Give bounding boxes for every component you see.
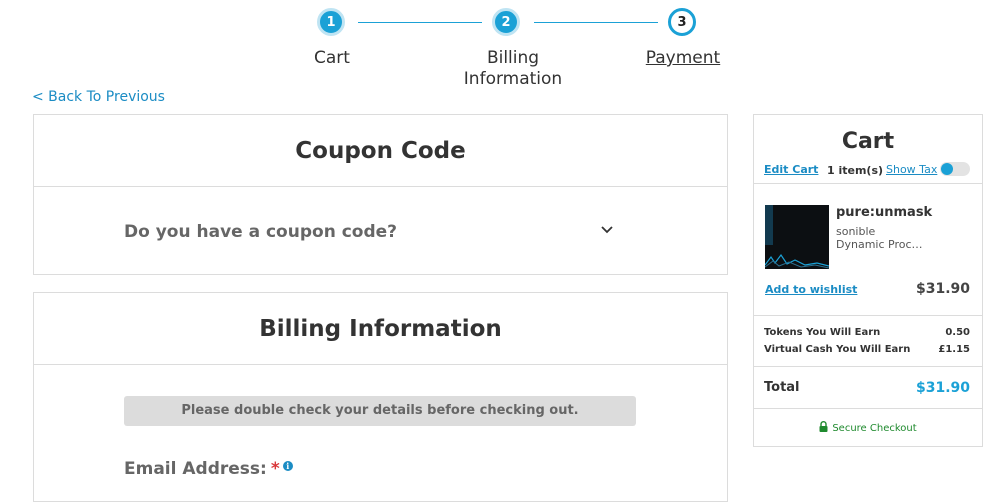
add-to-wishlist-link[interactable]: Add to wishlist (765, 283, 857, 296)
cart-item-count: 1 item(s) (827, 164, 884, 177)
step-connector (358, 22, 482, 23)
divider (754, 183, 982, 184)
back-to-previous-link[interactable]: < Back To Previous (32, 89, 165, 105)
billing-title: Billing Information (259, 316, 502, 342)
tokens-label: Tokens You Will Earn (764, 327, 881, 338)
product-brand: sonible (836, 225, 876, 238)
cart-title: Cart (841, 129, 895, 154)
lock-icon (819, 421, 828, 432)
email-label-text: Email Address: (124, 459, 267, 479)
step-2-label-line2: Information (463, 69, 563, 89)
divider (754, 315, 982, 316)
step-1-circle[interactable]: 1 (317, 8, 345, 36)
chevron-down-icon[interactable] (600, 223, 614, 237)
tokens-earn-row: Tokens You Will Earn 0.50 (764, 327, 970, 338)
show-tax-toggle[interactable] (940, 162, 970, 176)
total-value: $31.90 (915, 380, 970, 396)
vcash-value: £1.15 (938, 344, 970, 355)
show-tax-link[interactable]: Show Tax (886, 163, 937, 176)
cart-panel: Cart Edit Cart 1 item(s) Show Tax pure:u… (753, 114, 983, 447)
product-type: Dynamic Processor (836, 238, 926, 251)
vcash-earn-row: Virtual Cash You Will Earn £1.15 (764, 344, 970, 355)
total-label: Total (764, 380, 800, 395)
step-3-circle[interactable]: 3 (668, 8, 696, 36)
vcash-label: Virtual Cash You Will Earn (764, 344, 911, 355)
coupon-question[interactable]: Do you have a coupon code? (124, 222, 397, 242)
step-2-label[interactable]: Billing Information (450, 48, 576, 90)
product-name[interactable]: pure:unmask (836, 205, 932, 220)
step-2-label-line1: Billing (486, 48, 540, 68)
step-connector (534, 22, 658, 23)
secure-checkout: Secure Checkout (754, 421, 982, 434)
divider (34, 186, 727, 187)
product-price: $31.90 (915, 281, 970, 297)
details-notice: Please double check your details before … (124, 396, 636, 426)
info-icon[interactable]: i (282, 461, 293, 471)
checkout-stepper: 1 2 3 Cart Billing Information Payment (0, 0, 1000, 95)
step-2-circle[interactable]: 2 (492, 8, 520, 36)
step-1-label[interactable]: Cart (292, 48, 372, 69)
divider (34, 364, 727, 365)
cart-total-row: Total $31.90 (764, 380, 970, 396)
waveform-icon (765, 205, 829, 269)
divider (754, 366, 982, 367)
coupon-title: Coupon Code (295, 138, 466, 164)
secure-checkout-label: Secure Checkout (832, 423, 917, 434)
divider (754, 408, 982, 409)
toggle-knob (941, 163, 953, 175)
product-thumbnail[interactable] (765, 205, 829, 269)
edit-cart-link[interactable]: Edit Cart (764, 163, 818, 176)
required-asterisk: * (270, 459, 280, 479)
billing-panel: Billing Information Please double check … (33, 292, 728, 502)
step-3-label[interactable]: Payment (632, 48, 734, 69)
tokens-value: 0.50 (945, 327, 970, 338)
email-field-label: Email Address: * i (124, 459, 293, 479)
coupon-panel: Coupon Code Do you have a coupon code? (33, 114, 728, 275)
